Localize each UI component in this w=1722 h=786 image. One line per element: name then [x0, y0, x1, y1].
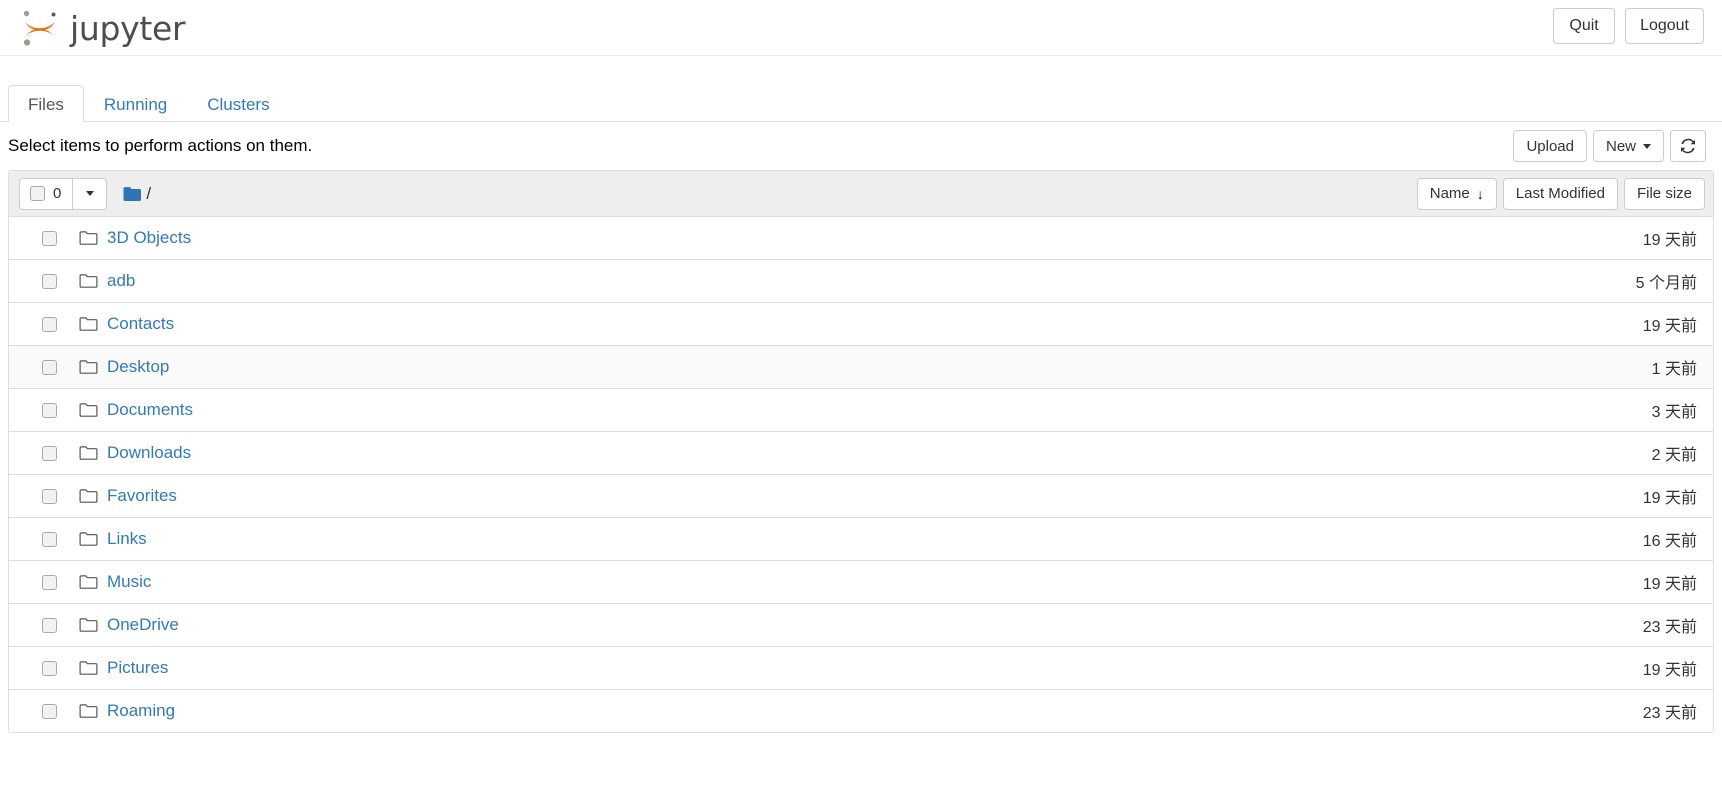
table-row[interactable]: Desktop 1 天前: [9, 346, 1713, 389]
tab-clusters[interactable]: Clusters: [187, 85, 289, 122]
row-checkbox[interactable]: [42, 402, 57, 418]
table-row[interactable]: OneDrive 23 天前: [9, 604, 1713, 647]
file-last-modified: 19 天前: [1642, 576, 1697, 593]
file-last-modified: 23 天前: [1642, 705, 1697, 722]
folder-icon: [79, 317, 98, 331]
row-checkbox[interactable]: [42, 273, 57, 289]
chevron-down-icon: [85, 191, 94, 196]
jupyter-brand[interactable]: jupyter: [20, 0, 186, 56]
folder-icon: [79, 446, 98, 460]
row-checkbox[interactable]: [42, 703, 57, 719]
sort-by-file-size-button[interactable]: File size: [1623, 177, 1705, 210]
row-checkbox[interactable]: [42, 617, 57, 633]
sort-by-name-button[interactable]: Name ↓: [1416, 177, 1497, 210]
action-button-group: Upload New: [1513, 130, 1706, 162]
file-last-modified: 5 个月前: [1635, 275, 1697, 292]
file-last-modified: 19 天前: [1642, 662, 1697, 679]
folder-icon: [79, 231, 98, 245]
folder-icon: [79, 274, 98, 288]
header-button-group: Quit Logout: [1553, 8, 1704, 44]
table-row[interactable]: Pictures 19 天前: [9, 647, 1713, 690]
tab-running[interactable]: Running: [84, 85, 187, 122]
table-row[interactable]: Contacts 19 天前: [9, 303, 1713, 346]
folder-icon: [79, 661, 98, 675]
tab-files[interactable]: Files: [8, 85, 84, 122]
file-name-link[interactable]: Links: [107, 529, 147, 549]
file-last-modified: 1 天前: [1651, 361, 1697, 378]
file-list: 0 / Name ↓ Last Modified File size 3D Ob…: [8, 170, 1714, 733]
breadcrumb: /: [123, 184, 151, 204]
tab-bar: Files Running Clusters: [0, 82, 1722, 122]
file-last-modified: 2 天前: [1651, 447, 1697, 464]
file-name-link[interactable]: Pictures: [107, 658, 168, 678]
file-name-link[interactable]: Music: [107, 572, 151, 592]
new-dropdown-button[interactable]: New: [1592, 130, 1664, 162]
file-name-link[interactable]: Contacts: [107, 314, 174, 334]
file-last-modified: 19 天前: [1642, 232, 1697, 249]
folder-icon: [79, 489, 98, 503]
row-checkbox[interactable]: [42, 445, 57, 461]
logout-button[interactable]: Logout: [1625, 8, 1704, 44]
file-name-link[interactable]: Downloads: [107, 443, 191, 463]
table-row[interactable]: 3D Objects 19 天前: [9, 217, 1713, 260]
folder-filled-icon[interactable]: [123, 186, 142, 202]
file-last-modified: 23 天前: [1642, 619, 1697, 636]
folder-icon: [79, 403, 98, 417]
sort-button-group: Name ↓ Last Modified File size: [1416, 177, 1705, 210]
row-checkbox[interactable]: [42, 531, 57, 547]
file-list-header: 0 / Name ↓ Last Modified File size: [9, 171, 1713, 217]
row-checkbox[interactable]: [42, 488, 57, 504]
table-row[interactable]: Music 19 天前: [9, 561, 1713, 604]
folder-icon: [79, 618, 98, 632]
file-last-modified: 3 天前: [1651, 404, 1697, 421]
file-name-link[interactable]: Desktop: [107, 357, 169, 377]
refresh-icon: [1681, 138, 1695, 154]
file-name-link[interactable]: Documents: [107, 400, 193, 420]
file-name-link[interactable]: Favorites: [107, 486, 177, 506]
breadcrumb-path[interactable]: /: [146, 184, 151, 204]
file-name-link[interactable]: adb: [107, 271, 135, 291]
select-all-checkbox[interactable]: [30, 186, 45, 201]
jupyter-logo-icon: [23, 10, 56, 46]
row-checkbox[interactable]: [42, 574, 57, 590]
upload-button[interactable]: Upload: [1513, 130, 1587, 162]
table-row[interactable]: Downloads 2 天前: [9, 432, 1713, 475]
row-checkbox[interactable]: [42, 359, 57, 375]
row-checkbox[interactable]: [42, 316, 57, 332]
file-last-modified: 19 天前: [1642, 318, 1697, 335]
table-row[interactable]: adb 5 个月前: [9, 260, 1713, 303]
refresh-button[interactable]: [1670, 130, 1706, 162]
page-header: jupyter Quit Logout: [0, 0, 1722, 56]
table-row[interactable]: Links 16 天前: [9, 518, 1713, 561]
action-row: Select items to perform actions on them.…: [0, 122, 1722, 170]
select-dropdown-button[interactable]: [72, 178, 106, 209]
upload-button-label: Upload: [1526, 137, 1574, 155]
select-all-group: 0: [19, 177, 108, 210]
folder-icon: [79, 575, 98, 589]
select-items-hint: Select items to perform actions on them.: [8, 136, 313, 155]
file-rows-container: 3D Objects 19 天前 adb 5 个月前 Contacts 19 天前 Desk…: [9, 217, 1713, 733]
selected-count: 0: [53, 185, 62, 202]
file-name-link[interactable]: 3D Objects: [107, 228, 191, 248]
folder-icon: [79, 704, 98, 718]
chevron-down-icon: [1643, 143, 1651, 149]
file-last-modified: 16 天前: [1642, 533, 1697, 550]
quit-button[interactable]: Quit: [1553, 8, 1616, 44]
folder-icon: [79, 360, 98, 374]
new-button-label: New: [1605, 137, 1636, 155]
file-name-link[interactable]: Roaming: [107, 701, 175, 721]
sort-name-label: Name: [1429, 185, 1470, 202]
table-row[interactable]: Roaming 23 天前: [9, 690, 1713, 733]
file-last-modified: 19 天前: [1642, 490, 1697, 507]
select-all-toggle[interactable]: 0: [20, 179, 72, 209]
sort-by-last-modified-button[interactable]: Last Modified: [1502, 177, 1618, 210]
folder-icon: [79, 532, 98, 546]
jupyter-wordmark: jupyter: [70, 8, 186, 48]
file-name-link[interactable]: OneDrive: [107, 615, 179, 635]
row-checkbox[interactable]: [42, 660, 57, 676]
row-checkbox[interactable]: [42, 230, 57, 246]
table-row[interactable]: Documents 3 天前: [9, 389, 1713, 432]
table-row[interactable]: Favorites 19 天前: [9, 475, 1713, 518]
sort-descending-arrow-icon: ↓: [1476, 185, 1484, 202]
